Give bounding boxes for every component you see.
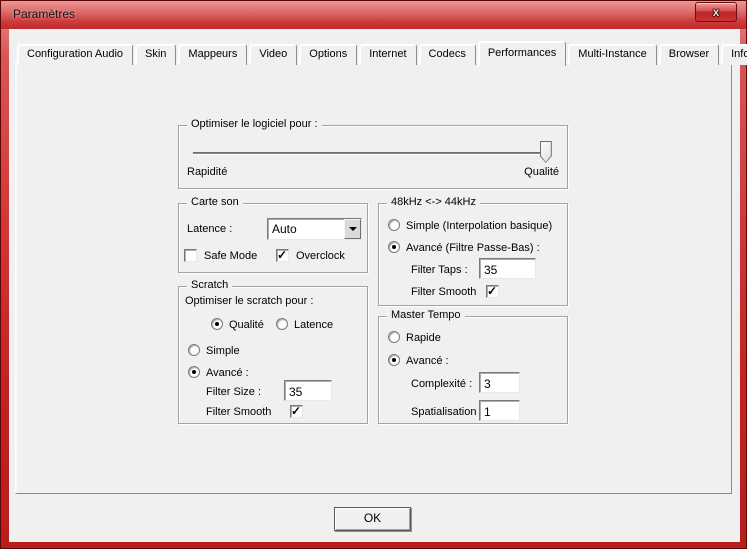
latency-label: Latence : [187, 223, 232, 235]
safe-mode-label: Safe Mode [204, 250, 257, 262]
overclock-checkbox[interactable]: ✓ [276, 249, 289, 262]
scratch-latency-radio[interactable] [276, 318, 288, 330]
resample-filter-smooth-label: Filter Smooth [411, 286, 476, 298]
tab-multi-instance[interactable]: Multi-Instance [568, 44, 656, 65]
close-button[interactable]: x [695, 2, 737, 22]
window-title: Paramètres [13, 7, 75, 21]
parametres-dialog: { "window": { "title": "Paramètres", "cl… [0, 0, 747, 549]
complexity-input[interactable] [479, 372, 520, 393]
master-tempo-group: Master Tempo Rapide Avancé : Complexité … [378, 316, 568, 424]
filter-taps-input[interactable] [479, 258, 536, 279]
quality-speed-slider-thumb[interactable] [540, 141, 552, 163]
tab-mappeurs[interactable]: Mappeurs [178, 44, 247, 65]
optimize-software-group: Optimiser le logiciel pour : Rapidité Qu… [178, 125, 568, 189]
chevron-down-icon [349, 227, 357, 235]
master-tempo-group-title: Master Tempo [387, 309, 465, 321]
slider-right-label: Qualité [524, 166, 559, 178]
overclock-label: Overclock [296, 250, 345, 262]
scratch-group-title: Scratch [187, 279, 232, 291]
scratch-filter-smooth-checkbox[interactable]: ✓ [290, 405, 303, 418]
scratch-filter-smooth-label: Filter Smooth [206, 406, 271, 418]
resample-advanced-label: Avancé (Filtre Passe-Bas) : [406, 242, 540, 254]
dialog-client-area: Configuration Audio Skin Mappeurs Video … [9, 29, 740, 542]
tempo-advanced-label: Avancé : [406, 355, 449, 367]
dropdown-arrow-button[interactable] [344, 219, 361, 239]
sound-card-group-title: Carte son [187, 196, 243, 208]
scratch-quality-radio[interactable] [211, 318, 223, 330]
tempo-fast-radio[interactable] [388, 331, 400, 343]
tab-internet[interactable]: Internet [359, 44, 416, 65]
quality-speed-slider-track[interactable] [193, 152, 551, 155]
filter-size-input[interactable] [284, 380, 332, 401]
resample-group: 48kHz <-> 44kHz Simple (Interpolation ba… [378, 203, 568, 306]
tab-options[interactable]: Options [299, 44, 357, 65]
scratch-quality-label: Qualité [229, 319, 264, 331]
resample-simple-radio[interactable] [388, 219, 400, 231]
scratch-optimize-label: Optimiser le scratch pour : [185, 295, 313, 307]
scratch-simple-radio[interactable] [188, 344, 200, 356]
tab-infos[interactable]: Infos [721, 44, 747, 65]
tab-performances[interactable]: Performances [478, 41, 566, 66]
tempo-fast-label: Rapide [406, 332, 441, 344]
optimize-group-title: Optimiser le logiciel pour : [187, 118, 322, 130]
filter-size-label: Filter Size : [206, 386, 261, 398]
tab-skin[interactable]: Skin [135, 44, 176, 65]
tab-video[interactable]: Video [249, 44, 297, 65]
spatialization-input[interactable] [479, 400, 520, 421]
slider-left-label: Rapidité [187, 166, 227, 178]
resample-filter-smooth-checkbox[interactable]: ✓ [486, 285, 499, 298]
scratch-group: Scratch Optimiser le scratch pour : Qual… [178, 286, 368, 424]
tab-configuration-audio[interactable]: Configuration Audio [17, 44, 133, 65]
complexity-label: Complexité : [411, 378, 472, 390]
safe-mode-checkbox[interactable]: ✓ [184, 249, 197, 262]
scratch-latency-label: Latence [294, 319, 333, 331]
close-icon: x [696, 3, 736, 21]
sound-card-group: Carte son Latence : Auto ✓ Safe Mode ✓ O… [178, 203, 368, 273]
spatialization-label: Spatialisation : [411, 406, 483, 418]
scratch-simple-label: Simple [206, 345, 240, 357]
tempo-advanced-radio[interactable] [388, 354, 400, 366]
resample-advanced-radio[interactable] [388, 241, 400, 253]
scratch-advanced-label: Avancé : [206, 367, 249, 379]
window-frame: Paramètres x Configuration Audio Skin Ma… [0, 0, 747, 549]
titlebar[interactable]: Paramètres x [1, 1, 746, 29]
latency-dropdown[interactable]: Auto [267, 218, 362, 240]
ok-button[interactable]: OK [334, 507, 411, 531]
tab-codecs[interactable]: Codecs [419, 44, 476, 65]
filter-taps-label: Filter Taps : [411, 264, 468, 276]
resample-group-title: 48kHz <-> 44kHz [387, 196, 480, 208]
latency-dropdown-value: Auto [268, 222, 344, 236]
tab-browser[interactable]: Browser [659, 44, 719, 65]
scratch-advanced-radio[interactable] [188, 366, 200, 378]
performances-tab-page: Optimiser le logiciel pour : Rapidité Qu… [15, 61, 732, 494]
tab-strip: Configuration Audio Skin Mappeurs Video … [17, 40, 747, 65]
resample-simple-label: Simple (Interpolation basique) [406, 220, 552, 232]
